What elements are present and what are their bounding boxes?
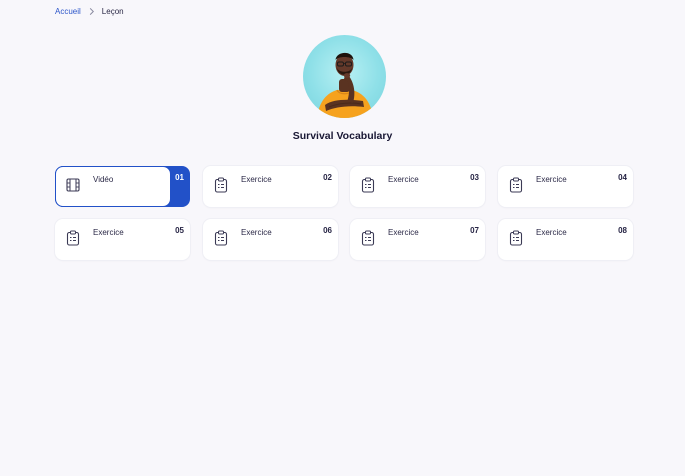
lesson-card-07[interactable]: Exercice 07	[350, 219, 485, 260]
chevron-right-icon	[87, 7, 96, 16]
lesson-label: Exercice	[93, 228, 124, 237]
lesson-label: Exercice	[536, 228, 567, 237]
lesson-label: Exercice	[536, 175, 567, 184]
lesson-card-05[interactable]: Exercice 05	[55, 219, 190, 260]
lesson-card-06[interactable]: Exercice 06	[203, 219, 338, 260]
lesson-label: Exercice	[241, 175, 272, 184]
lesson-number: 08	[618, 226, 627, 235]
course-title: Survival Vocabulary	[292, 130, 393, 142]
lesson-number: 05	[175, 226, 184, 235]
lesson-label: Vidéo	[93, 175, 114, 184]
lesson-number: 07	[470, 226, 479, 235]
clipboard-icon	[509, 177, 523, 193]
clipboard-icon	[509, 230, 523, 246]
lesson-number: 02	[323, 173, 332, 182]
lesson-label: Exercice	[388, 175, 419, 184]
clipboard-icon	[214, 177, 228, 193]
lesson-label: Exercice	[241, 228, 272, 237]
lesson-grid: Vidéo 01 Exercice 02 Exercice 03 Exercic…	[55, 166, 633, 261]
clipboard-icon	[214, 230, 228, 246]
lesson-card-08[interactable]: Exercice 08	[498, 219, 633, 260]
lesson-number: 03	[470, 173, 479, 182]
lesson-number: 01	[175, 173, 184, 182]
breadcrumb-current: Leçon	[101, 7, 124, 16]
film-icon	[66, 177, 80, 193]
lesson-card-04[interactable]: Exercice 04	[498, 166, 633, 207]
lesson-card-02[interactable]: Exercice 02	[203, 166, 338, 207]
clipboard-icon	[66, 230, 80, 246]
course-avatar	[303, 35, 386, 118]
lesson-number: 06	[323, 226, 332, 235]
lesson-label: Exercice	[388, 228, 419, 237]
lesson-card-03[interactable]: Exercice 03	[350, 166, 485, 207]
clipboard-icon	[361, 177, 375, 193]
clipboard-icon	[361, 230, 375, 246]
breadcrumb: Accueil Leçon	[55, 7, 124, 16]
lesson-number: 04	[618, 173, 627, 182]
breadcrumb-home-link[interactable]: Accueil	[55, 7, 81, 16]
lesson-card-01[interactable]: Vidéo 01	[55, 166, 190, 207]
